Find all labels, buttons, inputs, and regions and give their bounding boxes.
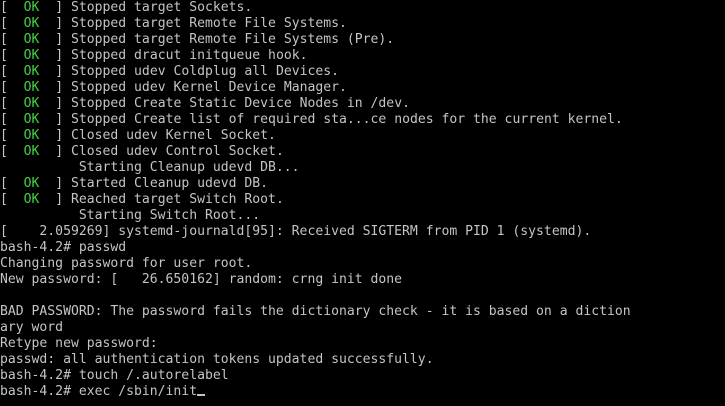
status-bracket-open: [ [0,48,24,63]
console-line-text: Stopped udev Coldplug all Devices. [70,64,340,79]
status-bracket-open: [ [0,16,24,31]
console-line: [ OK ] Stopped target Remote File System… [0,16,725,32]
console-line: passwd: all authentication tokens update… [0,352,725,368]
status-bracket-close: ] [39,80,71,95]
status-ok-badge: OK [23,80,40,95]
status-bracket-open: [ [0,176,24,191]
console-line: [ OK ] Closed udev Control Socket. [0,144,725,160]
status-bracket-open: [ [0,192,24,207]
status-bracket-close: ] [39,144,71,159]
console-line-text: Stopped udev Kernel Device Manager. [70,80,347,95]
status-bracket-close: ] [39,96,71,111]
console-line-text: Stopped Create Static Device Nodes in /d… [70,96,410,111]
console-line-text: Changing password for user root. [0,256,253,271]
console-line-text: Stopped target Sockets. [70,0,253,15]
status-bracket-open: [ [0,96,24,111]
status-bracket-close: ] [39,48,71,63]
text-cursor [197,394,206,396]
status-bracket-open: [ [0,112,24,127]
console-line-text: Stopped target Remote File Systems. [70,16,347,31]
console-line: [ OK ] Closed udev Kernel Socket. [0,128,725,144]
console-line: [ 2.059269] systemd-journald[95]: Receiv… [0,224,725,240]
console-line-text: BAD PASSWORD: The password fails the dic… [0,304,631,319]
console-line: ary word [0,320,725,336]
console-line: Changing password for user root. [0,256,725,272]
status-ok-badge: OK [23,0,40,15]
console-line: Retype new password: [0,336,725,352]
console-line: [ OK ] Stopped Create list of required s… [0,112,725,128]
console-line: [ OK ] Stopped udev Kernel Device Manage… [0,80,725,96]
status-ok-badge: OK [23,112,40,127]
console-line-text: Stopped target Remote File Systems (Pre)… [70,32,395,47]
status-bracket-open: [ [0,144,24,159]
status-bracket-close: ] [39,32,71,47]
console-line: [ OK ] Stopped target Sockets. [0,0,725,16]
status-ok-badge: OK [23,128,40,143]
console-line: [ OK ] Started Cleanup udevd DB. [0,176,725,192]
console-line-text: Stopped dracut initqueue hook. [70,48,308,63]
status-bracket-close: ] [39,0,71,15]
status-bracket-open: [ [0,0,24,15]
console-line-text: New password: [ 26.650162] random: crng … [0,272,403,287]
console-line: Starting Cleanup udevd DB... [0,160,725,176]
console-line: BAD PASSWORD: The password fails the dic… [0,304,725,320]
console-line: bash-4.2# exec /sbin/init [0,384,725,400]
status-bracket-open: [ [0,80,24,95]
status-ok-badge: OK [23,192,40,207]
console-line-text: Retype new password: [0,336,158,351]
console-line: [ OK ] Stopped Create Static Device Node… [0,96,725,112]
console-line: bash-4.2# passwd [0,240,725,256]
console-line-text: bash-4.2# touch /.autorelabel [0,368,229,383]
status-bracket-close: ] [39,16,71,31]
console-line: Starting Switch Root... [0,208,725,224]
console-line: [ OK ] Stopped target Remote File System… [0,32,725,48]
console-line-text: Started Cleanup udevd DB. [70,176,269,191]
status-bracket-open: [ [0,32,24,47]
status-bracket-close: ] [39,192,71,207]
status-ok-badge: OK [23,144,40,159]
status-bracket-close: ] [39,112,71,127]
console-line-text: Closed udev Kernel Socket. [70,128,276,143]
console-line: [ OK ] Stopped udev Coldplug all Devices… [0,64,725,80]
status-ok-badge: OK [23,48,40,63]
console-line: [ OK ] Stopped dracut initqueue hook. [0,48,725,64]
console-line-text: Starting Switch Root... [0,208,261,223]
status-bracket-close: ] [39,64,71,79]
console-line-text: Stopped Create list of required sta...ce… [70,112,623,127]
status-ok-badge: OK [23,64,40,79]
console-line-text: ary word [0,320,64,335]
status-bracket-close: ] [39,128,71,143]
console-line-text: Reached target Switch Root. [70,192,284,207]
status-bracket-open: [ [0,64,24,79]
console-line-text: passwd: all authentication tokens update… [0,352,434,367]
console-line-text: Starting Cleanup udevd DB... [0,160,300,175]
status-bracket-open: [ [0,128,24,143]
console-line: [ OK ] Reached target Switch Root. [0,192,725,208]
console-line-text: [ 2.059269] systemd-journald[95]: Receiv… [0,224,592,239]
shell-prompt-text: bash-4.2# exec /sbin/init [0,384,198,399]
status-ok-badge: OK [23,32,40,47]
status-bracket-close: ] [39,176,71,191]
console-line: bash-4.2# touch /.autorelabel [0,368,725,384]
status-ok-badge: OK [23,16,40,31]
console-screen[interactable]: [ OK ] Stopped target Sockets.[ OK ] Sto… [0,0,725,406]
status-ok-badge: OK [23,176,40,191]
console-line-text: Closed udev Control Socket. [70,144,284,159]
console-line-text: bash-4.2# passwd [0,240,127,255]
status-ok-badge: OK [23,96,40,111]
console-line: New password: [ 26.650162] random: crng … [0,272,725,288]
